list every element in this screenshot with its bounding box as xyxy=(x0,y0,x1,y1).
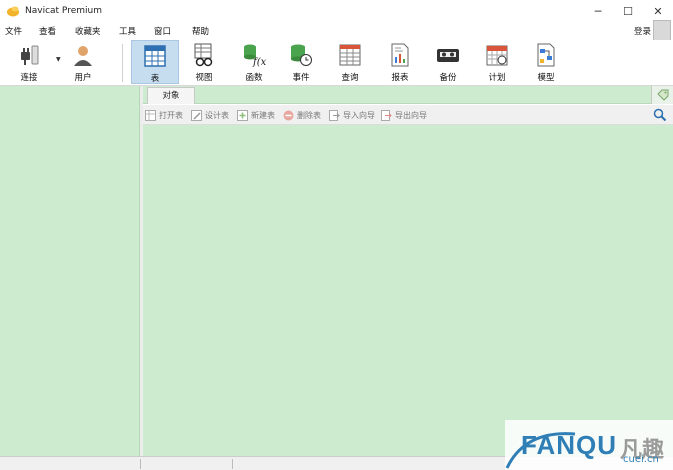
table-button[interactable]: 表 xyxy=(131,40,179,84)
backup-icon xyxy=(437,49,459,62)
tab-objects[interactable]: 对象 xyxy=(147,87,195,104)
view-icon xyxy=(194,43,213,67)
event-label: 事件 xyxy=(292,73,310,83)
export-wizard-label: 导出向导 xyxy=(395,111,427,120)
report-label: 报表 xyxy=(391,73,409,83)
query-label: 查询 xyxy=(341,73,359,83)
search-icon[interactable] xyxy=(653,108,667,122)
view-button[interactable]: 视图 xyxy=(181,40,227,84)
status-divider xyxy=(232,459,233,469)
watermark-logo: FANQU 凡趣 cuei.cn xyxy=(505,420,673,470)
title-bar: Navicat Premium ─ ☐ ✕ xyxy=(0,0,673,22)
schedule-button[interactable]: 计划 xyxy=(474,40,520,84)
new-table-icon xyxy=(237,110,248,121)
design-table-icon xyxy=(191,110,202,121)
query-icon xyxy=(339,44,361,66)
model-icon xyxy=(537,43,555,67)
user-label: 用户 xyxy=(74,73,92,83)
new-table-button[interactable]: 新建表 xyxy=(237,109,275,122)
design-table-label: 设计表 xyxy=(205,111,229,120)
connect-label: 连接 xyxy=(20,73,38,83)
calendar-icon xyxy=(486,45,508,66)
menu-help[interactable]: 帮助 xyxy=(192,25,209,37)
plug-icon xyxy=(21,45,39,65)
navicat-logo-icon xyxy=(7,6,19,17)
tag-button[interactable] xyxy=(651,86,673,104)
backup-label: 备份 xyxy=(439,73,457,83)
delete-table-button[interactable]: 删除表 xyxy=(283,109,321,122)
new-table-label: 新建表 xyxy=(251,111,275,120)
status-divider xyxy=(140,459,141,469)
tab-strip: 对象 xyxy=(143,86,673,104)
function-icon: f(x) xyxy=(244,44,266,67)
backup-button[interactable]: 备份 xyxy=(425,40,471,84)
export-wizard-button[interactable]: 导出向导 xyxy=(381,109,427,122)
import-icon xyxy=(329,110,340,121)
watermark-brand: FANQU xyxy=(521,430,617,460)
model-button[interactable]: 模型 xyxy=(523,40,569,84)
table-label: 表 xyxy=(150,74,160,84)
open-table-icon xyxy=(145,110,156,121)
import-wizard-button[interactable]: 导入向导 xyxy=(329,109,375,122)
table-icon xyxy=(144,45,166,67)
maximize-button[interactable]: ☐ xyxy=(613,0,643,22)
menu-window[interactable]: 窗口 xyxy=(154,25,171,37)
user-icon xyxy=(74,46,92,66)
event-button[interactable]: 事件 xyxy=(278,40,324,84)
schedule-label: 计划 xyxy=(488,73,506,83)
import-wizard-label: 导入向导 xyxy=(343,111,375,120)
object-toolbar: 打开表 设计表 新建表 删除表 导入向导 导出向导 xyxy=(143,105,673,125)
object-list-area[interactable] xyxy=(143,125,673,456)
user-button[interactable]: 用户 xyxy=(60,40,106,84)
menu-tools[interactable]: 工具 xyxy=(119,25,136,37)
delete-table-label: 删除表 xyxy=(297,111,321,120)
close-button[interactable]: ✕ xyxy=(643,0,673,22)
menu-bar: 文件 查看 收藏夹 工具 窗口 帮助 登录 xyxy=(0,22,673,40)
watermark-url: cuei.cn xyxy=(623,454,659,465)
design-table-button[interactable]: 设计表 xyxy=(191,109,229,122)
delete-table-icon xyxy=(283,110,294,121)
view-label: 视图 xyxy=(195,73,213,83)
open-table-label: 打开表 xyxy=(159,111,183,120)
open-table-button[interactable]: 打开表 xyxy=(145,109,183,122)
report-icon xyxy=(391,43,409,67)
report-button[interactable]: 报表 xyxy=(377,40,423,84)
toolbar-divider xyxy=(122,44,123,82)
login-link[interactable]: 登录 xyxy=(634,25,651,37)
event-icon xyxy=(291,44,312,66)
export-icon xyxy=(381,110,392,121)
connect-button[interactable]: ▼ 连接 xyxy=(6,40,61,84)
function-label: 函数 xyxy=(245,73,263,83)
minimize-button[interactable]: ─ xyxy=(583,0,613,22)
menu-view[interactable]: 查看 xyxy=(39,25,56,37)
connection-tree-pane[interactable] xyxy=(0,86,140,456)
function-button[interactable]: f(x) 函数 xyxy=(231,40,277,84)
model-label: 模型 xyxy=(537,73,555,83)
tag-icon xyxy=(656,89,668,101)
main-toolbar: ▼ 连接 用户 表 视图 f(x) 函数 xyxy=(0,40,673,86)
menu-favorites[interactable]: 收藏夹 xyxy=(75,25,101,37)
query-button[interactable]: 查询 xyxy=(327,40,373,84)
window-title: Navicat Premium xyxy=(25,6,102,16)
menu-file[interactable]: 文件 xyxy=(5,25,22,37)
svg-text:f(x): f(x) xyxy=(252,57,266,67)
user-avatar[interactable] xyxy=(653,20,671,42)
